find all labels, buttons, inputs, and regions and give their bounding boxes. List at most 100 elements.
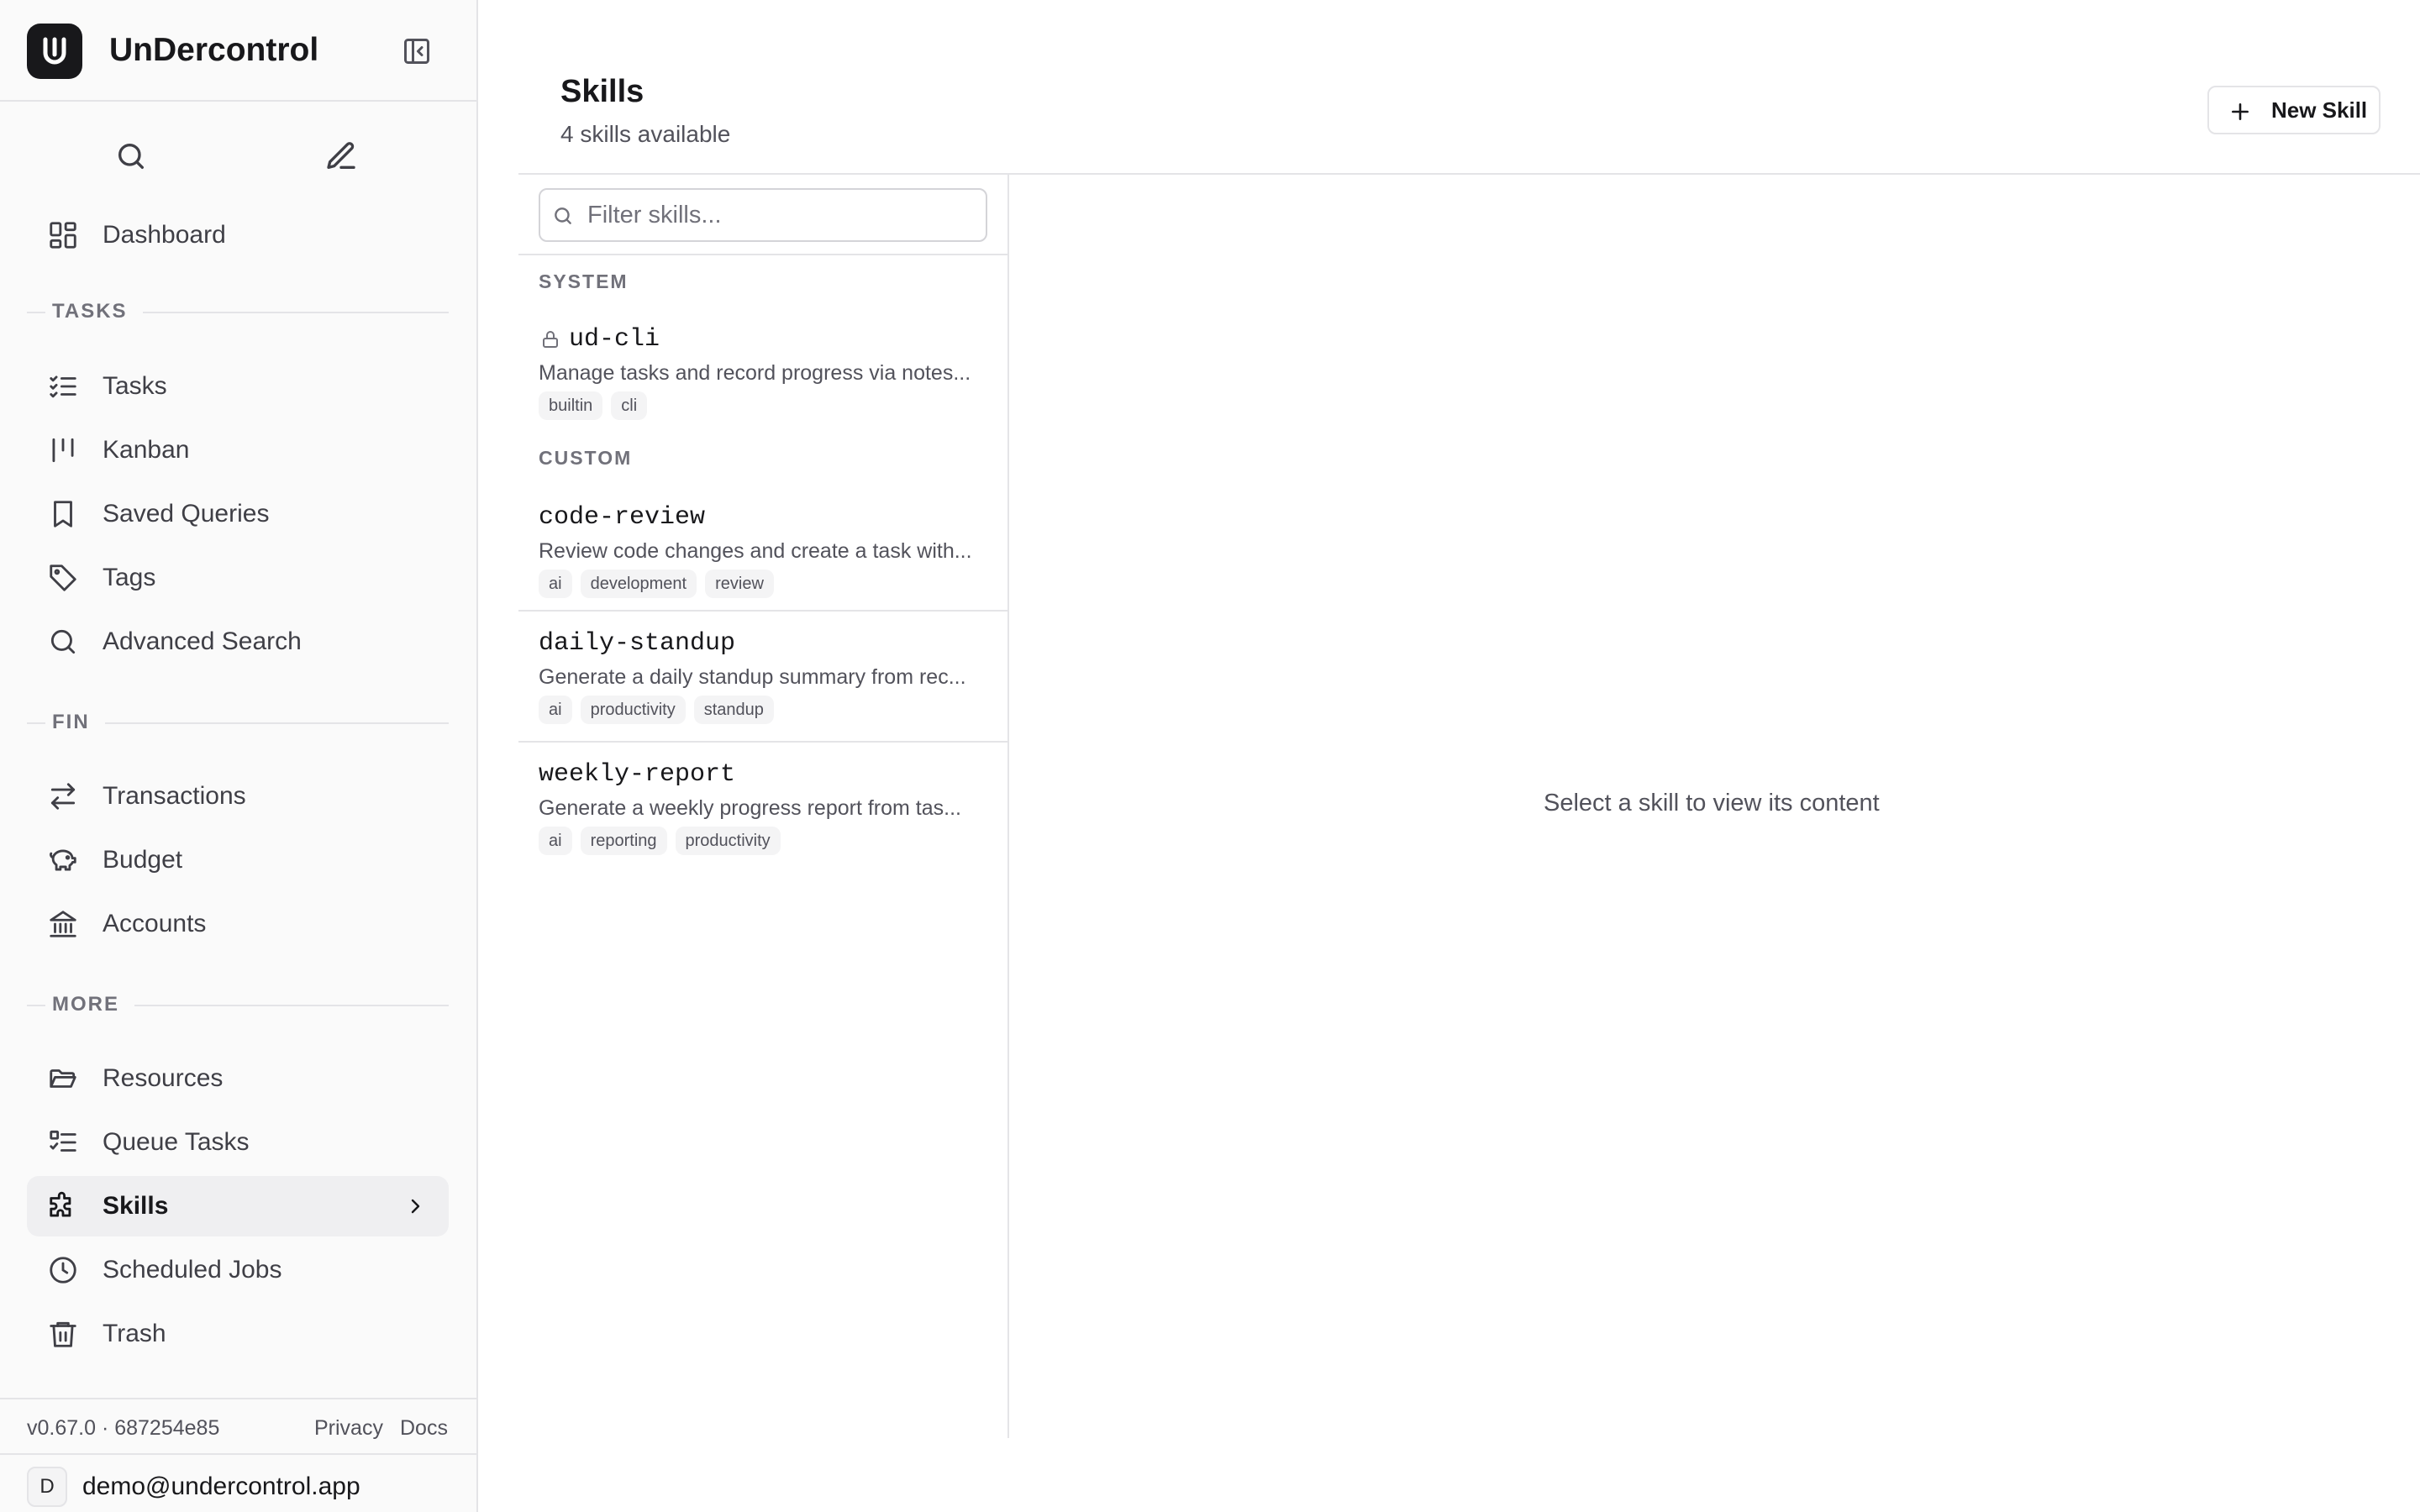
empty-state-message: Select a skill to view its content: [1544, 790, 1880, 816]
bookmark-icon: [54, 501, 72, 528]
section-divider: [27, 1005, 45, 1006]
nav-label: Saved Queries: [103, 500, 270, 528]
nav-skills[interactable]: Skills: [27, 1176, 449, 1236]
nav-resources[interactable]: Resources: [27, 1048, 449, 1109]
folder-open-icon: [50, 1069, 76, 1088]
skill-name: ud-cli: [569, 325, 660, 354]
piggy-bank-icon: [50, 849, 76, 871]
avatar: D: [27, 1467, 67, 1507]
new-note-button[interactable]: [324, 139, 358, 173]
nav-label: Queue Tasks: [103, 1128, 250, 1156]
skill-tags: builtin cli: [539, 391, 648, 420]
section-tasks: TASKS: [27, 299, 449, 324]
sidebar-footer: v0.67.0 · 687254e85 Privacy Docs: [0, 1398, 476, 1455]
nav-saved-queries[interactable]: Saved Queries: [27, 484, 449, 544]
new-skill-button[interactable]: New Skill: [2207, 86, 2381, 134]
nav-dashboard[interactable]: Dashboard: [27, 205, 449, 265]
nav-budget[interactable]: Budget: [27, 830, 449, 890]
skill-name: daily-standup: [539, 629, 736, 658]
new-skill-label: New Skill: [2271, 97, 2368, 123]
collapse-sidebar-button[interactable]: [402, 36, 432, 66]
section-title: MORE: [52, 992, 134, 1017]
nav-label: Budget: [103, 846, 183, 874]
skill-name: weekly-report: [539, 760, 736, 789]
kanban-icon: [52, 438, 74, 463]
section-more: MORE: [27, 992, 449, 1017]
skills-list-pane: SYSTEM ud-cli Manage tasks and record pr…: [518, 175, 1009, 1438]
chevron-right-icon: [411, 1199, 420, 1214]
clock-icon: [50, 1257, 76, 1284]
dashboard-icon: [50, 222, 76, 249]
skill-description: Generate a daily standup summary from re…: [539, 665, 966, 689]
tag-badge: productivity: [675, 827, 781, 855]
logo-icon: [43, 37, 66, 65]
nav-transactions[interactable]: Transactions: [27, 766, 449, 827]
brand-header: UnDercontrol: [0, 0, 476, 102]
nav-label: Resources: [103, 1064, 224, 1092]
main-content: Skills 4 skills available New Skill SYST…: [478, 0, 2420, 1512]
skill-tags: ai productivity standup: [539, 696, 774, 724]
tag-badge: development: [580, 570, 697, 598]
skill-item-code-review[interactable]: code-review Review code changes and crea…: [518, 486, 1007, 617]
search-icon: [555, 207, 571, 224]
filter-skills-input[interactable]: [539, 188, 987, 242]
tag-badge: productivity: [580, 696, 686, 724]
tag-badge: builtin: [539, 391, 603, 420]
nav-tags[interactable]: Tags: [27, 548, 449, 608]
user-email: demo@undercontrol.app: [82, 1473, 360, 1500]
nav-accounts[interactable]: Accounts: [27, 894, 449, 954]
bank-icon: [50, 911, 76, 937]
section-divider: [27, 722, 45, 724]
lock-icon: [543, 331, 558, 348]
section-divider: [27, 312, 45, 313]
group-label-system: SYSTEM: [539, 270, 629, 292]
nav-label: Accounts: [103, 910, 207, 937]
nav-label: Skills: [103, 1192, 169, 1220]
puzzle-icon: [50, 1191, 71, 1217]
tag-badge: ai: [539, 696, 572, 724]
user-menu[interactable]: D demo@undercontrol.app: [0, 1457, 476, 1512]
sidebar: UnDercontrol Dashboard TASKS Tasks Kanba…: [0, 0, 478, 1512]
skill-description: Generate a weekly progress report from t…: [539, 796, 961, 820]
app-name: UnDercontrol: [109, 32, 319, 68]
nav-trash[interactable]: Trash: [27, 1304, 449, 1364]
docs-link[interactable]: Docs: [400, 1415, 448, 1441]
section-fin: FIN: [27, 710, 449, 735]
nav-label: Tasks: [103, 372, 167, 400]
app-logo[interactable]: [27, 24, 82, 79]
page-title: Skills: [560, 74, 644, 109]
nav-kanban[interactable]: Kanban: [27, 420, 449, 480]
nav-label: Tags: [103, 564, 156, 591]
nav-queue-tasks[interactable]: Queue Tasks: [27, 1112, 449, 1173]
group-label-custom: CUSTOM: [539, 447, 633, 469]
skill-item-daily-standup[interactable]: daily-standup Generate a daily standup s…: [518, 610, 1007, 741]
tag-badge: review: [705, 570, 774, 598]
page-subtitle: 4 skills available: [560, 121, 731, 147]
nav-label: Kanban: [103, 436, 190, 464]
tag-badge: cli: [611, 391, 648, 420]
queue-list-icon: [50, 1130, 76, 1152]
filter-bar: [518, 175, 1007, 255]
privacy-link[interactable]: Privacy: [314, 1415, 383, 1441]
nav-scheduled-jobs[interactable]: Scheduled Jobs: [27, 1240, 449, 1300]
nav-label: Transactions: [103, 782, 246, 810]
nav-advanced-search[interactable]: Advanced Search: [27, 612, 449, 672]
nav-label: Trash: [103, 1320, 166, 1347]
skill-name: code-review: [539, 503, 706, 532]
skill-item-weekly-report[interactable]: weekly-report Generate a weekly progress…: [518, 741, 1007, 872]
nav-tasks[interactable]: Tasks: [27, 356, 449, 417]
tag-badge: standup: [693, 696, 774, 724]
skill-description: Review code changes and create a task wi…: [539, 539, 972, 563]
search-button[interactable]: [114, 139, 148, 173]
section-title: TASKS: [52, 299, 143, 324]
arrows-left-right-icon: [50, 783, 76, 810]
checklist-icon: [50, 375, 76, 398]
nav-label: Dashboard: [103, 221, 226, 249]
tag-badge: reporting: [580, 827, 667, 855]
tag-badge: ai: [539, 570, 572, 598]
tag-badge: ai: [539, 827, 572, 855]
skill-tags: ai development review: [539, 570, 774, 598]
pencil-icon: [327, 142, 355, 169]
search-icon: [50, 629, 76, 654]
nav-label: Scheduled Jobs: [103, 1256, 282, 1284]
